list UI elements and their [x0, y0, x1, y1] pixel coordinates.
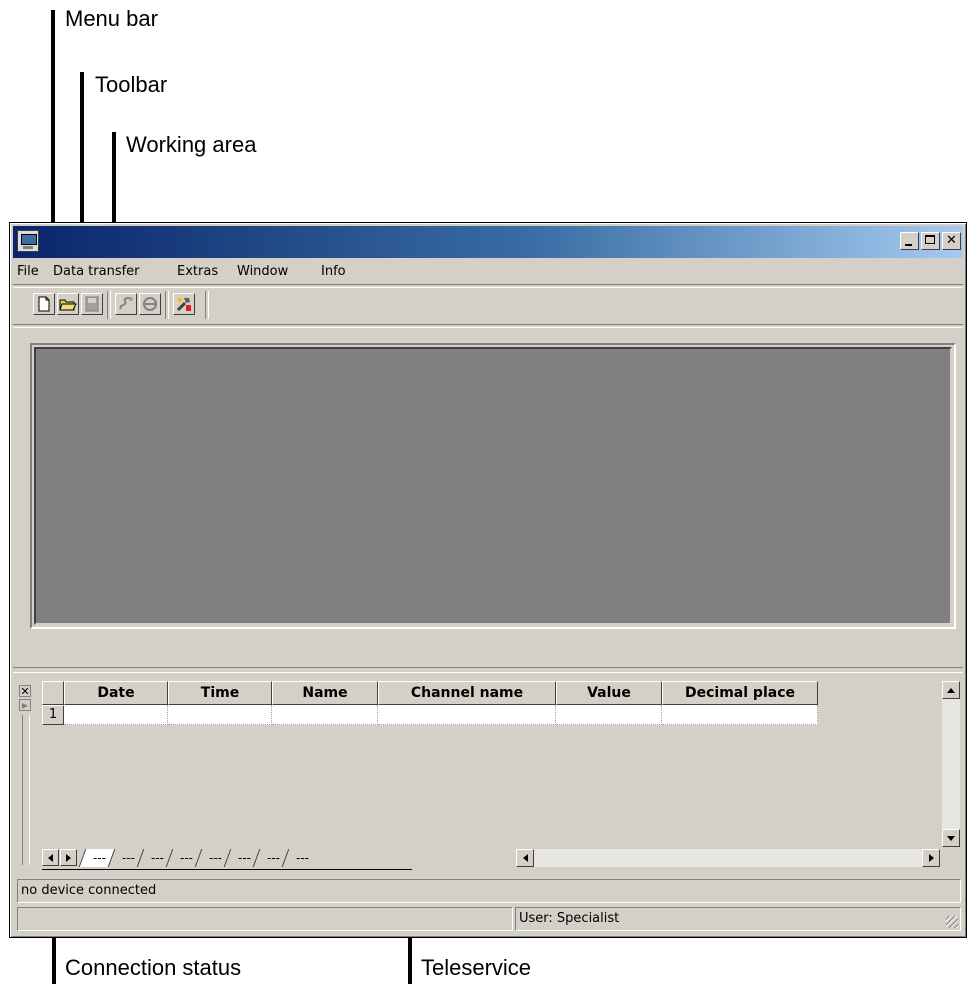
open-folder-icon[interactable] — [57, 293, 79, 315]
column-header-time[interactable]: Time — [168, 681, 272, 705]
sheet-tab-label: --- — [151, 851, 164, 865]
minimize-icon[interactable] — [900, 232, 919, 250]
toolbar-separator — [107, 291, 111, 319]
sheet-tab[interactable]: --- — [281, 849, 318, 867]
table-corner — [42, 681, 64, 705]
resize-grip-icon[interactable] — [946, 916, 958, 928]
sheet-tab-label: --- — [296, 851, 309, 865]
user-status: User: Specialist — [515, 907, 961, 931]
menu-bar: File Data transfer Extras Window Info — [13, 259, 963, 283]
application-window: ✕ File Data transfer Extras Window Info — [9, 222, 967, 938]
working-area[interactable] — [34, 347, 952, 625]
sheet-tab-label: --- — [180, 851, 193, 865]
scroll-up-button[interactable] — [942, 681, 960, 699]
status-pane — [17, 907, 513, 931]
table-cell-value[interactable] — [556, 705, 662, 725]
table-cell-date[interactable] — [64, 705, 168, 725]
toolbar-separator — [165, 291, 169, 319]
table-cell-decimal-place[interactable] — [662, 705, 818, 725]
save-icon[interactable] — [81, 293, 103, 315]
new-document-icon[interactable] — [33, 293, 55, 315]
tab-next-button[interactable] — [60, 849, 77, 866]
toolbar-bottom-edge — [13, 324, 963, 328]
disconnect-icon[interactable] — [139, 293, 161, 315]
toolbar — [13, 287, 963, 323]
arrow-down-icon — [947, 836, 955, 841]
working-area-frame — [30, 343, 956, 629]
scroll-left-button[interactable] — [516, 849, 534, 867]
caption-buttons: ✕ — [898, 232, 961, 250]
arrow-up-icon — [947, 688, 955, 693]
sheet-tab-label: --- — [93, 851, 106, 865]
column-header-date[interactable]: Date — [64, 681, 168, 705]
menu-data-transfer[interactable]: Data transfer — [53, 264, 140, 279]
working-area-callout: Working area — [126, 132, 257, 157]
user-status-text: User: Specialist — [519, 911, 620, 926]
toolbar-callout: Toolbar — [95, 72, 168, 97]
sheet-tab-label: --- — [122, 851, 135, 865]
connection-status-callout: Connection status — [65, 955, 242, 980]
vertical-scrollbar[interactable] — [942, 681, 960, 847]
table-cell-time[interactable] — [168, 705, 272, 725]
maximize-icon[interactable] — [921, 232, 940, 250]
status-bar: User: Specialist — [17, 907, 961, 931]
sheet-tab-label: --- — [238, 851, 251, 865]
sheet-tab-label: --- — [267, 851, 280, 865]
table-cell-channel-name[interactable] — [378, 705, 556, 725]
panel-expand-icon[interactable]: ▶ — [19, 699, 31, 711]
toolbar-separator — [205, 291, 209, 319]
application-icon[interactable] — [17, 230, 39, 252]
column-header-channel-name[interactable]: Channel name — [378, 681, 556, 705]
sheet-tabs: --- --- --- --- --- --- --- --- — [78, 849, 318, 869]
connection-status-bar: no device connected — [17, 879, 961, 903]
arrow-right-icon — [66, 854, 71, 862]
menu-file[interactable]: File — [17, 264, 39, 279]
menu-info[interactable]: Info — [321, 264, 346, 279]
panel-close-icon[interactable]: ✕ — [19, 685, 31, 697]
row-number[interactable]: 1 — [42, 705, 64, 725]
sheet-tab-label: --- — [209, 851, 222, 865]
scroll-down-button[interactable] — [942, 829, 960, 847]
arrow-right-icon — [929, 854, 934, 862]
tab-prev-button[interactable] — [42, 849, 59, 866]
column-header-name[interactable]: Name — [272, 681, 378, 705]
column-header-decimal-place[interactable]: Decimal place — [662, 681, 818, 705]
horizontal-scrollbar[interactable] — [516, 849, 940, 867]
panel-grip[interactable] — [22, 715, 30, 865]
tools-icon[interactable] — [173, 293, 195, 315]
panel-splitter[interactable] — [13, 667, 963, 673]
menu-window[interactable]: Window — [237, 264, 288, 279]
scroll-right-button[interactable] — [922, 849, 940, 867]
sheet-tab-bar: --- --- --- --- --- --- --- --- — [42, 849, 412, 870]
menu-bar-callout: Menu bar — [65, 6, 158, 31]
arrow-left-icon — [48, 854, 53, 862]
close-icon[interactable]: ✕ — [942, 232, 961, 250]
teleservice-panel: ✕ ▶ Date Time Name Channel name Value De… — [16, 675, 960, 875]
title-bar[interactable]: ✕ — [13, 226, 963, 258]
table-cell-name[interactable] — [272, 705, 378, 725]
arrow-left-icon — [523, 854, 528, 862]
column-header-value[interactable]: Value — [556, 681, 662, 705]
menu-extras[interactable]: Extras — [177, 264, 218, 279]
connect-icon[interactable] — [115, 293, 137, 315]
teleservice-callout: Teleservice — [421, 955, 532, 980]
